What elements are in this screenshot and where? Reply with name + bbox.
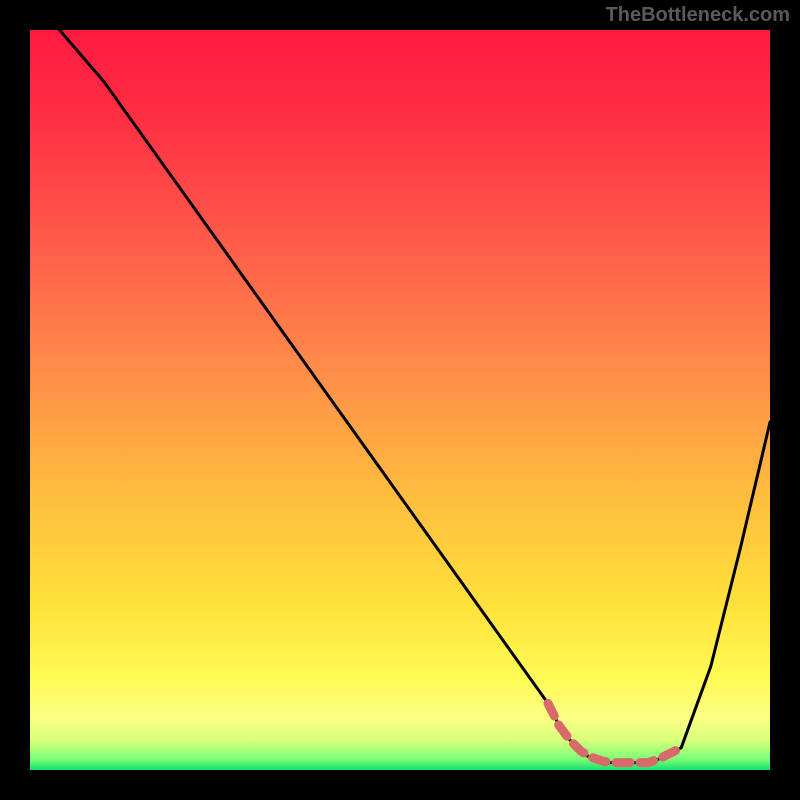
chart-svg [0,0,800,800]
chart-container: TheBottleneck.com [0,0,800,800]
watermark-text: TheBottleneck.com [606,4,790,27]
plot-background [30,30,770,770]
